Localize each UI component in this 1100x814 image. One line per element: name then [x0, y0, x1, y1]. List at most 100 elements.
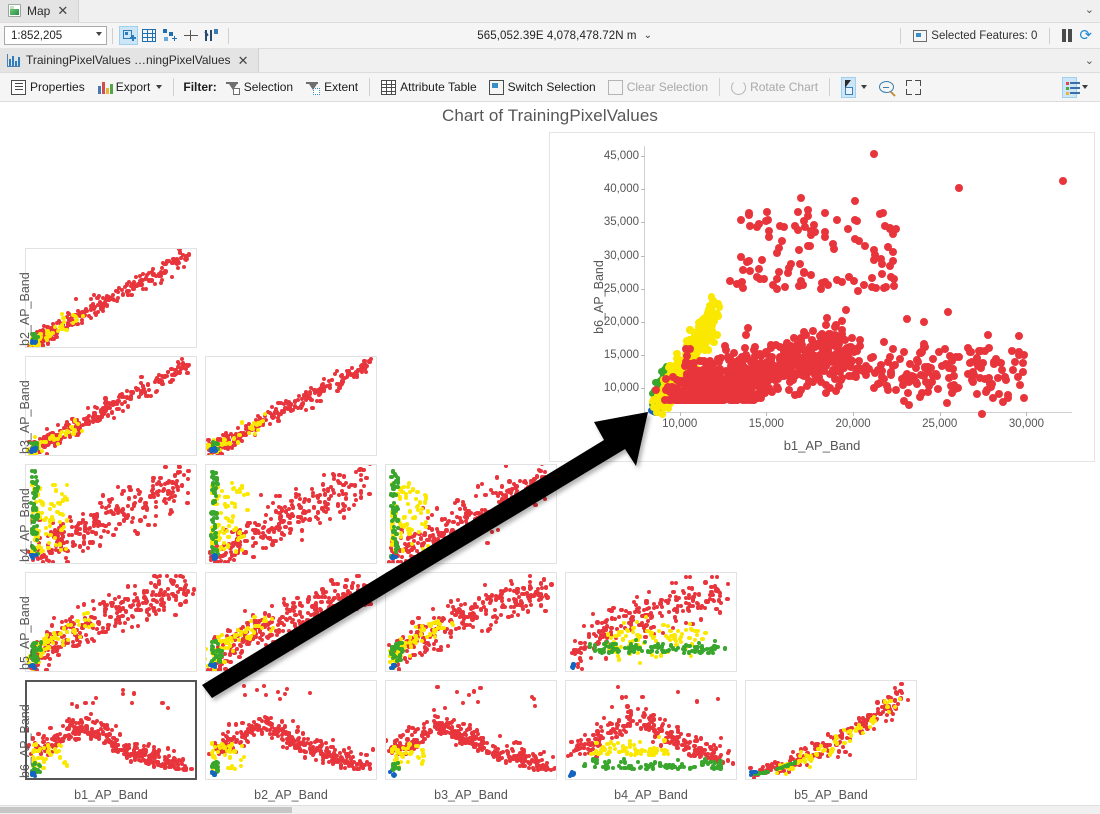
data-point[interactable]: [94, 531, 99, 536]
data-point[interactable]: [228, 765, 233, 771]
data-point[interactable]: [56, 652, 61, 657]
data-point[interactable]: [80, 548, 86, 554]
data-point[interactable]: [595, 620, 600, 625]
data-point[interactable]: [156, 492, 161, 497]
data-point[interactable]: [362, 484, 367, 489]
data-point[interactable]: [639, 622, 644, 628]
data-point[interactable]: [538, 468, 543, 473]
data-point[interactable]: [541, 749, 546, 754]
data-point[interactable]: [638, 661, 643, 666]
data-point[interactable]: [442, 705, 447, 710]
data-point[interactable]: [215, 481, 220, 486]
data-point[interactable]: [615, 741, 620, 746]
data-point[interactable]: [299, 537, 305, 543]
data-point[interactable]: [132, 757, 137, 762]
data-point[interactable]: [673, 647, 678, 653]
data-point[interactable]: [348, 749, 353, 755]
data-point[interactable]: [326, 488, 331, 493]
data-point[interactable]: [96, 630, 101, 636]
data-point[interactable]: [417, 552, 422, 557]
data-point[interactable]: [480, 735, 486, 740]
data-point[interactable]: [326, 749, 331, 754]
data-point[interactable]: [573, 638, 578, 643]
data-point[interactable]: [46, 743, 51, 748]
data-point[interactable]: [661, 641, 666, 646]
data-point[interactable]: [121, 292, 126, 297]
data-point[interactable]: [305, 599, 310, 604]
data-point[interactable]: [106, 401, 111, 406]
data-point[interactable]: [305, 618, 310, 623]
data-point[interactable]: [430, 607, 435, 612]
data-point[interactable]: [411, 555, 416, 560]
data-point[interactable]: [129, 624, 134, 630]
data-point[interactable]: [709, 752, 714, 757]
data-point[interactable]: [94, 718, 99, 724]
data-point[interactable]: [648, 714, 654, 719]
data-point[interactable]: [174, 759, 179, 764]
data-point[interactable]: [85, 546, 90, 551]
data-point[interactable]: [229, 519, 234, 524]
data-point[interactable]: [531, 696, 537, 701]
data-point[interactable]: [578, 745, 583, 750]
data-point[interactable]: [609, 626, 614, 631]
data-point[interactable]: [353, 592, 358, 597]
data-point[interactable]: [125, 513, 130, 518]
data-point[interactable]: [122, 621, 128, 626]
data-point[interactable]: [725, 581, 731, 587]
data-point[interactable]: [153, 513, 159, 518]
data-point[interactable]: [176, 589, 181, 595]
data-point[interactable]: [266, 717, 271, 722]
data-point[interactable]: [619, 608, 624, 613]
data-point[interactable]: [526, 499, 531, 504]
data-point[interactable]: [582, 644, 587, 649]
zoom-in-button[interactable]: [873, 76, 900, 99]
data-point[interactable]: [654, 649, 659, 654]
data-point[interactable]: [669, 581, 675, 586]
data-point[interactable]: [268, 516, 273, 522]
data-point[interactable]: [102, 741, 107, 746]
data-point[interactable]: [483, 592, 488, 597]
data-point[interactable]: [262, 616, 267, 621]
data-point[interactable]: [338, 607, 343, 612]
data-point[interactable]: [74, 317, 79, 322]
data-point[interactable]: [44, 452, 50, 455]
data-point[interactable]: [717, 610, 723, 615]
data-point[interactable]: [246, 430, 251, 436]
data-point[interactable]: [49, 501, 54, 506]
data-point[interactable]: [400, 755, 405, 760]
data-point[interactable]: [359, 478, 364, 483]
data-point[interactable]: [499, 591, 504, 596]
data-point[interactable]: [614, 735, 619, 740]
data-point[interactable]: [493, 619, 499, 624]
data-point[interactable]: [614, 633, 619, 639]
data-point[interactable]: [103, 630, 108, 635]
data-point[interactable]: [104, 510, 109, 515]
data-point[interactable]: [239, 644, 244, 649]
data-point[interactable]: [69, 701, 74, 706]
data-point[interactable]: [288, 527, 293, 532]
data-point[interactable]: [323, 741, 329, 746]
data-point[interactable]: [121, 394, 126, 400]
data-point[interactable]: [236, 637, 241, 642]
data-point[interactable]: [306, 594, 311, 600]
data-point[interactable]: [123, 744, 128, 749]
data-point[interactable]: [182, 578, 187, 583]
data-point[interactable]: [284, 687, 289, 692]
data-point[interactable]: [280, 719, 285, 724]
data-point[interactable]: [321, 472, 326, 478]
data-point[interactable]: [478, 685, 483, 690]
data-point[interactable]: [299, 528, 305, 533]
data-point[interactable]: [504, 744, 509, 749]
data-point[interactable]: [432, 627, 437, 632]
data-point[interactable]: [476, 749, 481, 754]
data-point[interactable]: [709, 746, 714, 751]
data-point[interactable]: [543, 608, 548, 613]
data-point[interactable]: [411, 533, 417, 538]
data-point[interactable]: [40, 510, 45, 515]
data-point[interactable]: [431, 707, 436, 712]
close-icon[interactable]: ✕: [237, 54, 250, 67]
data-point[interactable]: [286, 628, 291, 633]
data-point[interactable]: [182, 585, 187, 590]
data-point[interactable]: [403, 558, 408, 563]
data-point[interactable]: [600, 736, 605, 741]
